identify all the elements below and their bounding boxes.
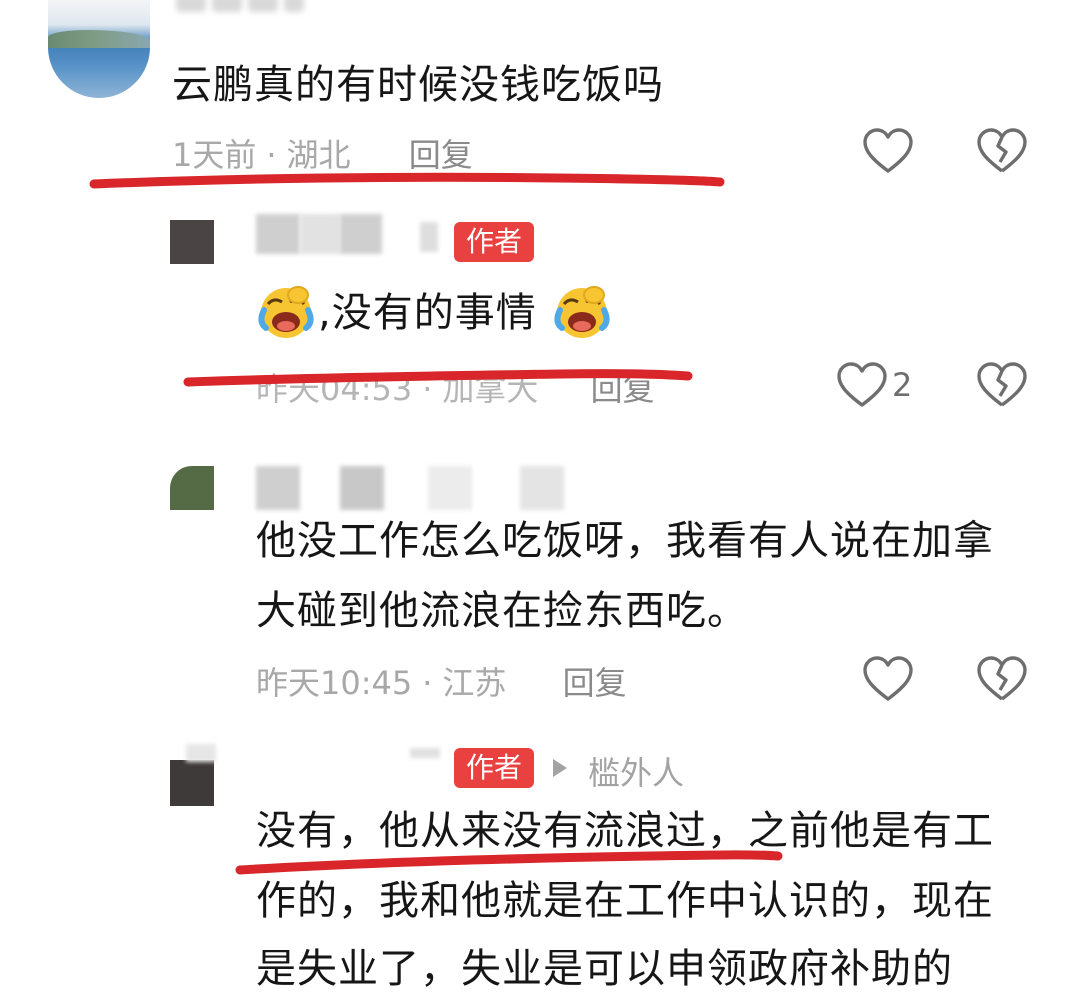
broken-heart-icon[interactable]: [976, 126, 1028, 178]
name-blur: [340, 466, 384, 510]
name-blur: [340, 214, 382, 254]
name-blur: [520, 466, 564, 510]
comment-text: 云鹏真的有时候没钱吃饭吗: [172, 62, 664, 108]
heart-outline-icon[interactable]: [862, 126, 914, 178]
meta-separator: ·: [266, 136, 277, 174]
comment-meta: 昨天10:45 · 江苏 回复: [256, 658, 627, 704]
comment-time: 昨天04:53: [256, 370, 413, 408]
comment-meta: 1天前 · 湖北 回复: [172, 130, 473, 176]
heart-outline-icon[interactable]: [862, 654, 914, 706]
name-blur: [256, 214, 300, 254]
commenter-avatar[interactable]: [48, 0, 150, 98]
like-count: 2: [892, 366, 913, 404]
comment-meta: 昨天04:53 · 加拿大 回复: [256, 364, 655, 410]
comment-text: ,没有的事情: [318, 290, 537, 336]
comment-location: 湖北: [286, 136, 351, 174]
name-blur: [410, 748, 440, 758]
broken-heart-icon[interactable]: [976, 654, 1028, 706]
name-blur: [256, 466, 300, 510]
comment-time: 1天前: [172, 136, 257, 174]
commenter-avatar[interactable]: [170, 466, 214, 510]
name-blur: [428, 466, 472, 510]
meta-separator: ·: [422, 664, 433, 702]
avatar-blur: [186, 744, 216, 762]
author-avatar[interactable]: [170, 760, 214, 806]
comment-text-line: 大碰到他流浪在捡东西吃。: [256, 588, 748, 634]
author-badge: 作者: [454, 222, 535, 262]
comment-location: 加拿大: [442, 370, 539, 408]
reply-button[interactable]: 回复: [409, 136, 473, 174]
laughing-crying-emoji: [258, 286, 314, 338]
commenter-name-blurred: [172, 0, 332, 30]
comment-location: 江苏: [442, 664, 507, 702]
comment-text-line: 没有，他从来没有流浪过，之前他是有工: [256, 808, 994, 854]
heart-outline-icon[interactable]: [836, 360, 888, 412]
comment-text-line: 作的，我和他就是在工作中认识的，现在: [256, 878, 994, 924]
name-blur: [300, 214, 340, 254]
comment-text-line: 他没工作怎么吃饭呀，我看有人说在加拿: [256, 518, 994, 564]
right-triangle-icon: [553, 759, 567, 777]
author-avatar[interactable]: [170, 220, 214, 264]
name-blur: [420, 222, 438, 252]
reply-button[interactable]: 回复: [563, 664, 627, 702]
reply-button[interactable]: 回复: [591, 370, 655, 408]
laughing-crying-emoji: [554, 286, 610, 338]
comment-time: 昨天10:45: [256, 664, 413, 702]
broken-heart-icon[interactable]: [976, 360, 1028, 412]
meta-separator: ·: [422, 370, 433, 408]
reply-to-name[interactable]: 槛外人: [588, 748, 684, 794]
comment-text-line: 是失业了，失业是可以申领政府补助的: [256, 946, 953, 992]
author-badge: 作者: [454, 748, 535, 788]
